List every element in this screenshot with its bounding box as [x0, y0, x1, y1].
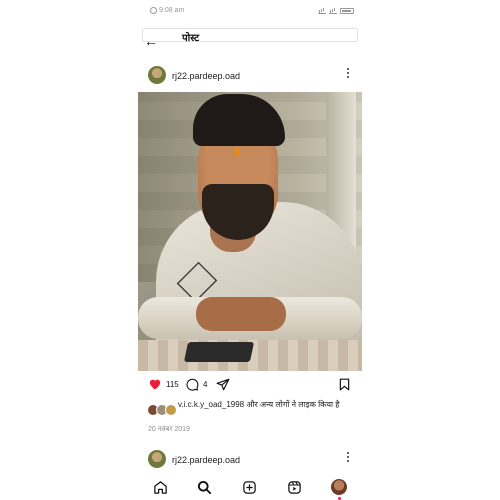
- bookmark-icon[interactable]: [339, 378, 350, 391]
- share-icon[interactable]: [216, 378, 230, 391]
- comments-count[interactable]: 4: [203, 380, 207, 389]
- top-bar: [142, 28, 358, 42]
- likes-count[interactable]: 115: [166, 380, 179, 389]
- app-screen: 9:08 am ← पोस्ट rj22.pardeep.oad 115 4 v…: [138, 0, 362, 500]
- liker-avatar-3: [165, 404, 177, 416]
- reels-icon[interactable]: [287, 480, 302, 495]
- status-time: 9:08 am: [159, 7, 185, 14]
- avatar[interactable]: [148, 66, 166, 84]
- post-header: rj22.pardeep.oad: [138, 64, 362, 88]
- bottom-nav: [138, 474, 362, 500]
- signal-icon-2: [329, 7, 337, 14]
- post-username[interactable]: rj22.pardeep.oad: [172, 455, 240, 465]
- profile-avatar[interactable]: [331, 479, 348, 500]
- home-icon[interactable]: [153, 480, 168, 495]
- search-icon[interactable]: [197, 480, 212, 495]
- liked-by-text[interactable]: v.i.c.k.y_oad_1998 और अन्य लोगों ने लाइक…: [178, 400, 358, 410]
- photo-hands: [196, 297, 286, 331]
- avatar[interactable]: [148, 450, 166, 468]
- next-post-header: rj22.pardeep.oad: [138, 448, 362, 470]
- whatsapp-notification-icon: [150, 7, 157, 14]
- liked-by: v.i.c.k.y_oad_1998 और अन्य लोगों ने लाइक…: [138, 398, 362, 420]
- comment-icon[interactable]: [186, 378, 199, 391]
- photo-phone: [183, 342, 255, 362]
- more-options-icon[interactable]: [347, 68, 350, 78]
- more-options-icon[interactable]: [347, 452, 350, 462]
- page-title: पोस्ट: [182, 33, 200, 44]
- post-actions: 115 4: [138, 376, 362, 394]
- heart-icon[interactable]: [148, 378, 162, 390]
- battery-icon: [340, 7, 354, 14]
- back-arrow-icon[interactable]: ←: [144, 34, 158, 48]
- post-username[interactable]: rj22.pardeep.oad: [172, 71, 240, 81]
- signal-icon: [318, 7, 326, 14]
- post-photo[interactable]: [138, 92, 362, 371]
- photo-tilak: [234, 148, 240, 156]
- new-post-icon[interactable]: [242, 480, 257, 495]
- post-date: 20 नवंबर 2019: [148, 426, 190, 433]
- status-bar: 9:08 am: [138, 6, 362, 18]
